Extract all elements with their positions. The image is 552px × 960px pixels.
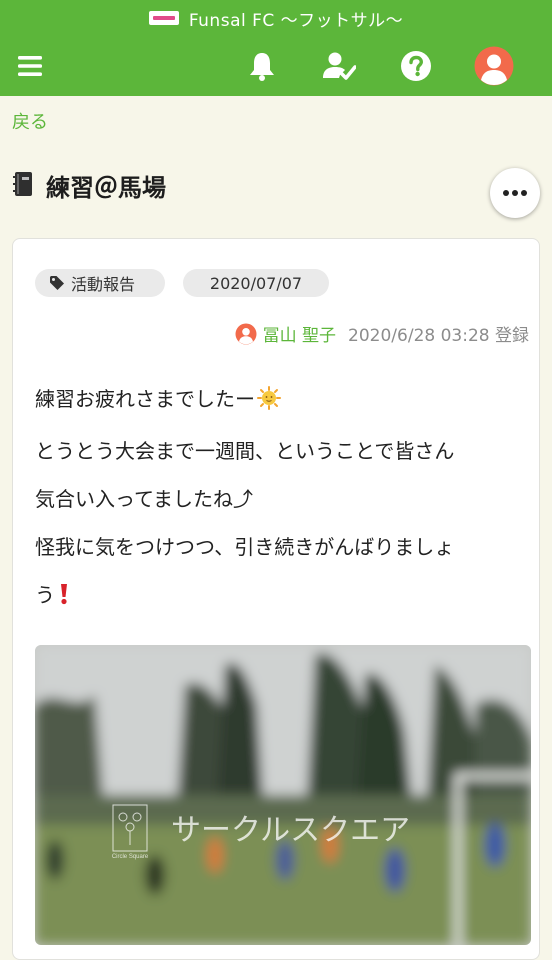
notebook-icon xyxy=(12,171,34,201)
help-icon[interactable] xyxy=(396,46,436,86)
app-title-bar: Funsal FC 〜フットサル〜 xyxy=(0,0,552,36)
category-label: 活動報告 xyxy=(71,275,136,294)
post-timestamp: 2020/6/28 03:28 登録 xyxy=(348,326,529,346)
user-avatar-icon[interactable] xyxy=(474,46,514,86)
navbar xyxy=(0,36,552,96)
page-title-row: 練習＠馬場 xyxy=(12,168,166,203)
page-title: 練習＠馬場 xyxy=(46,174,166,202)
post-line: 練習お疲れさまでしたー xyxy=(35,375,535,427)
post-line: う xyxy=(35,571,535,622)
post-photo[interactable]: Circle Square サークルスクエア xyxy=(35,645,531,945)
date-label: 2020/07/07 xyxy=(209,273,303,293)
date-tag: 2020/07/07 xyxy=(183,269,329,297)
exclamation-emoji xyxy=(59,574,69,622)
post-line: とうとう大会まで一週間、ということで皆さん xyxy=(35,439,455,463)
author-avatar xyxy=(235,323,257,345)
photo-image: Circle Square サークルスクエア xyxy=(35,645,531,945)
more-icon xyxy=(503,190,527,196)
more-options-button[interactable] xyxy=(490,168,540,218)
author-name[interactable]: 冨山 聖子 xyxy=(263,321,336,346)
post-line: 怪我に気をつけつつ、引き続きがんばりましょ xyxy=(35,535,455,559)
app-title: Funsal FC 〜フットサル〜 xyxy=(188,10,404,31)
tag-icon xyxy=(49,275,65,291)
bell-icon[interactable] xyxy=(242,46,282,86)
category-tag[interactable]: 活動報告 xyxy=(35,269,165,297)
photo-watermark: サークルスクエア xyxy=(171,813,410,848)
post-body: 練習お疲れさまでしたー とうとう大会まで一週間、ということで皆さん 気合い入って… xyxy=(35,375,535,622)
back-link[interactable]: 戻る xyxy=(12,108,48,134)
person-check-icon[interactable] xyxy=(319,46,359,86)
menu-icon[interactable] xyxy=(10,46,50,86)
watermark-small: Circle Square xyxy=(112,854,149,860)
post-line: 気合い入ってましたね⤴ xyxy=(35,487,253,511)
post-card: 活動報告 2020/07/07 冨山 聖子 2020/6/28 03:28 登録… xyxy=(12,238,540,960)
app-logo xyxy=(148,11,179,25)
sun-emoji xyxy=(257,379,281,427)
author-row: 冨山 聖子 2020/6/28 03:28 登録 xyxy=(235,321,529,346)
